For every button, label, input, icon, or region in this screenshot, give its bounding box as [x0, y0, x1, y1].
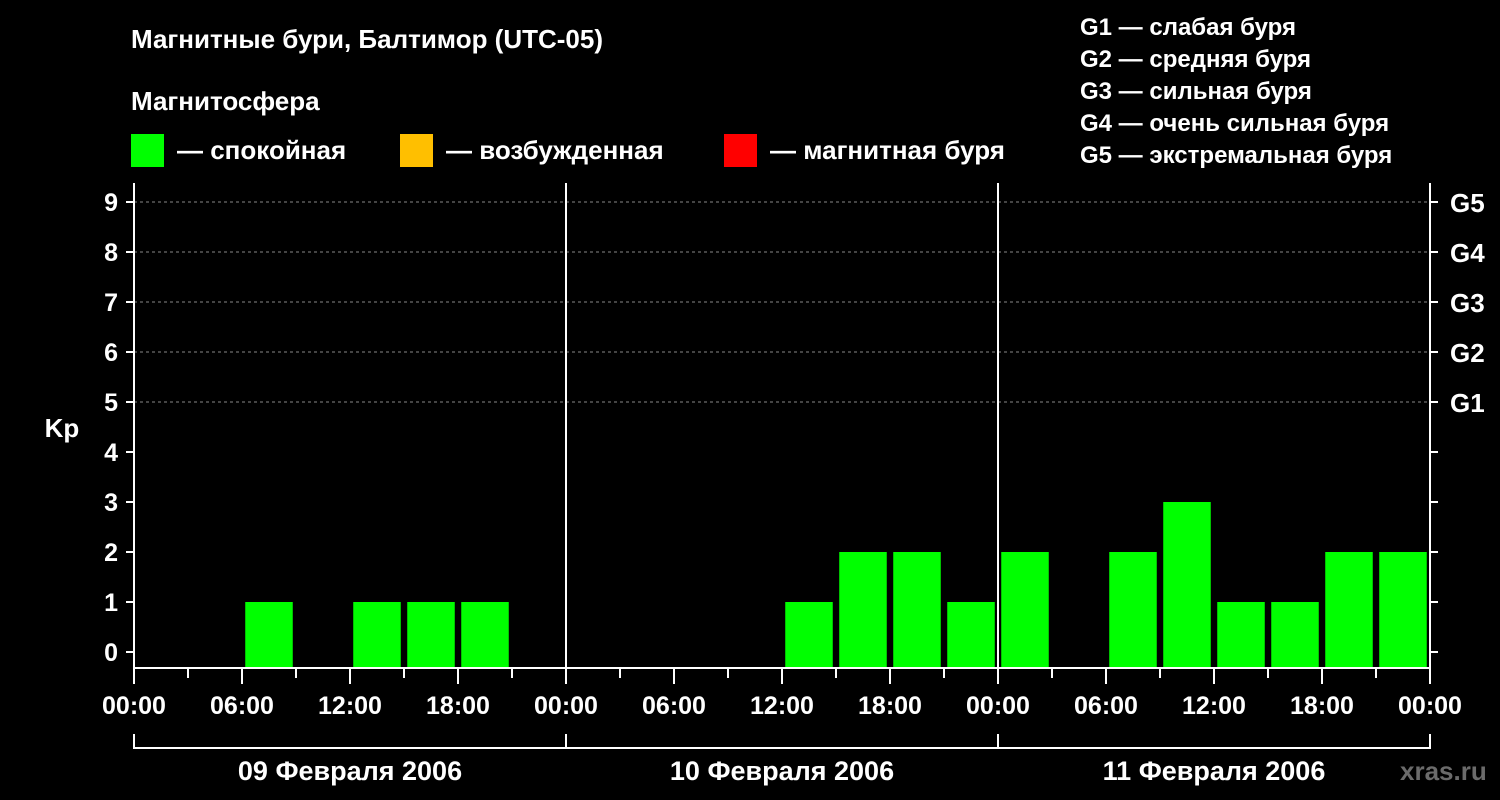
- day-label: 10 Февраля 2006: [670, 756, 894, 786]
- watermark: xras.ru: [1400, 756, 1487, 786]
- y-tick-label: 4: [104, 439, 118, 467]
- x-tick-label: 18:00: [1290, 692, 1354, 720]
- x-tick-label: 00:00: [102, 692, 166, 720]
- kp-bar: [353, 602, 401, 668]
- kp-bar: [1271, 602, 1319, 668]
- y-tick-label: 7: [104, 289, 118, 317]
- g-level-label: G3: [1450, 288, 1485, 318]
- kp-bar: [407, 602, 455, 668]
- kp-bar: [947, 602, 995, 668]
- day-label: 11 Февраля 2006: [1103, 756, 1326, 786]
- x-tick-label: 06:00: [642, 692, 706, 720]
- y-tick-label: 5: [104, 389, 118, 417]
- kp-bar: [245, 602, 293, 668]
- kp-bar: [1379, 552, 1427, 668]
- x-tick-label: 00:00: [966, 692, 1030, 720]
- y-tick-label: 6: [104, 339, 118, 367]
- kp-bar: [1325, 552, 1373, 668]
- g-level-label: G2: [1450, 338, 1485, 368]
- y-tick-label: 2: [104, 539, 118, 567]
- y-tick-label: 1: [104, 589, 118, 617]
- y-tick-label: 8: [104, 239, 118, 267]
- kp-bar: [839, 552, 887, 668]
- kp-bar: [1001, 552, 1049, 668]
- kp-bar: [1217, 602, 1265, 668]
- y-tick-label: 3: [104, 489, 118, 517]
- x-tick-label: 18:00: [426, 692, 490, 720]
- y-axis-label: Kp: [45, 413, 80, 443]
- x-tick-label: 00:00: [1398, 692, 1462, 720]
- x-tick-label: 00:00: [534, 692, 598, 720]
- g-level-label: G5: [1450, 188, 1485, 218]
- kp-bar: [893, 552, 941, 668]
- x-tick-label: 06:00: [1074, 692, 1138, 720]
- x-tick-label: 12:00: [1182, 692, 1246, 720]
- g-level-label: G1: [1450, 388, 1485, 418]
- kp-bar: [1163, 502, 1211, 668]
- day-label: 09 Февраля 2006: [238, 756, 462, 786]
- x-tick-label: 06:00: [210, 692, 274, 720]
- x-tick-label: 18:00: [858, 692, 922, 720]
- kp-chart: 0 1 2 3 4 5 6 7 8 9 G1 G2 G3 G4 G5 Kp 00:00 06:00 12:00 18:…: [45, 183, 1485, 786]
- x-tick-label: 12:00: [318, 692, 382, 720]
- g-level-label: G4: [1450, 238, 1485, 268]
- y-tick-label: 0: [104, 639, 118, 667]
- x-tick-label: 12:00: [750, 692, 814, 720]
- kp-bar: [461, 602, 509, 668]
- kp-bar: [785, 602, 833, 668]
- kp-bar: [1109, 552, 1157, 668]
- y-tick-label: 9: [104, 189, 118, 217]
